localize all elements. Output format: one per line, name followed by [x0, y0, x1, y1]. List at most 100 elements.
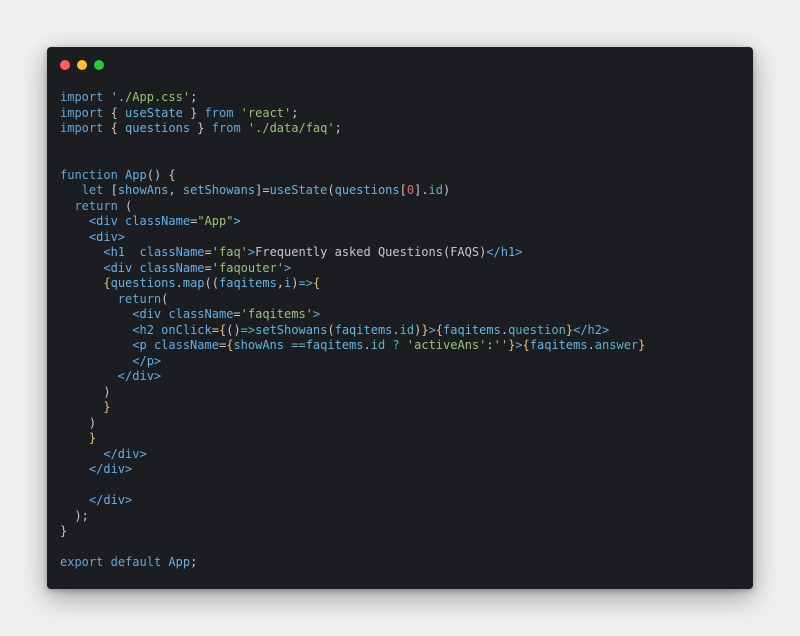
- code-token: (: [327, 322, 335, 337]
- code-token: 'faqouter': [211, 260, 285, 275]
- code-token: }: [638, 338, 646, 352]
- code-line: </div>: [60, 369, 645, 385]
- code-line: import './App.css';: [60, 90, 645, 106]
- code-token: from: [204, 105, 234, 120]
- code-token: ;: [334, 121, 342, 135]
- code-line: </div>: [60, 462, 645, 478]
- code-token: }: [190, 121, 212, 135]
- code-token: ;: [291, 105, 299, 120]
- minimize-window-icon[interactable]: [77, 60, 87, 70]
- code-token: }: [103, 400, 111, 414]
- code-token: {: [103, 276, 111, 290]
- code-token: =: [211, 322, 219, 337]
- code-token: <div>: [88, 229, 126, 244]
- code-token: ;: [190, 90, 198, 104]
- code-token: import: [60, 90, 104, 104]
- code-token: 'faqitems': [240, 307, 313, 321]
- code-token: export: [60, 555, 104, 569]
- code-token: >: [284, 260, 292, 275]
- code-token: faqitems: [529, 338, 588, 352]
- code-block: import './App.css'; import { useState } f…: [60, 90, 645, 571]
- code-token: (): [226, 322, 241, 337]
- code-token: id: [428, 183, 443, 197]
- code-token: }: [421, 322, 429, 337]
- code-token: './App.css': [110, 90, 191, 104]
- code-token: {: [435, 322, 444, 337]
- code-token: <p: [132, 338, 147, 352]
- code-token: </h2>: [573, 322, 610, 337]
- code-line: <p className={showAns ==faqitems.id ? 'a…: [60, 338, 645, 354]
- code-token: <h1: [103, 245, 126, 259]
- code-token: <h2: [132, 322, 154, 337]
- code-token: className: [168, 307, 234, 321]
- code-token: (: [327, 183, 335, 197]
- code-window: import './App.css'; import { useState } f…: [47, 47, 753, 589]
- code-token: .: [587, 338, 595, 352]
- code-line: <div className='faqouter'>: [60, 261, 645, 277]
- close-window-icon[interactable]: [60, 60, 70, 70]
- code-token: ,: [276, 276, 285, 290]
- code-token: );: [60, 508, 89, 523]
- code-token: className: [125, 214, 191, 228]
- code-token: </p>: [132, 353, 162, 368]
- code-token: className: [139, 245, 205, 259]
- code-line: import { questions } from './data/faq';: [60, 121, 645, 137]
- code-token: >: [515, 338, 523, 352]
- code-token: </h1>: [486, 245, 523, 259]
- code-token: showAns: [117, 183, 169, 197]
- code-token: >: [233, 214, 241, 228]
- code-token: >: [428, 322, 436, 337]
- code-line: <h2 onClick={()=>setShowans(faqitems.id)…: [60, 323, 645, 339]
- code-token: from: [211, 121, 241, 135]
- code-token: {: [103, 121, 126, 135]
- code-token: 'faq': [211, 245, 248, 259]
- code-line: return (: [60, 199, 645, 215]
- code-token: ==: [291, 338, 306, 352]
- code-token: faqitems: [443, 322, 501, 337]
- code-token: useState: [125, 105, 183, 120]
- code-token: ]=: [255, 183, 270, 197]
- code-line: }: [60, 400, 645, 416]
- code-token: faqitems: [219, 276, 277, 290]
- code-token: {: [103, 105, 126, 120]
- code-line: ): [60, 416, 645, 432]
- code-token: faqitems: [305, 338, 364, 352]
- code-token: 0: [406, 183, 415, 197]
- code-token: </div>: [88, 493, 133, 507]
- code-token: () {: [146, 167, 176, 182]
- code-token: {: [312, 276, 321, 290]
- code-line: <h1 className='faq'>Frequently asked Que…: [60, 245, 645, 261]
- code-token: ): [443, 183, 451, 197]
- code-token: ): [291, 276, 299, 290]
- code-token: ].: [414, 183, 429, 197]
- code-token: questions: [110, 276, 176, 290]
- code-token: ): [60, 384, 111, 399]
- code-token: }: [565, 322, 574, 337]
- code-line: <div className="App">: [60, 214, 645, 230]
- code-token: ): [60, 415, 97, 430]
- code-token: }: [60, 524, 68, 538]
- code-token: App: [168, 555, 191, 569]
- code-line: export default App;: [60, 555, 645, 571]
- code-token: question: [508, 322, 566, 337]
- maximize-window-icon[interactable]: [94, 60, 104, 70]
- code-token: 'react': [240, 105, 292, 120]
- code-token: Frequently asked Questions(FAQS): [255, 245, 487, 259]
- code-token: =: [204, 260, 212, 275]
